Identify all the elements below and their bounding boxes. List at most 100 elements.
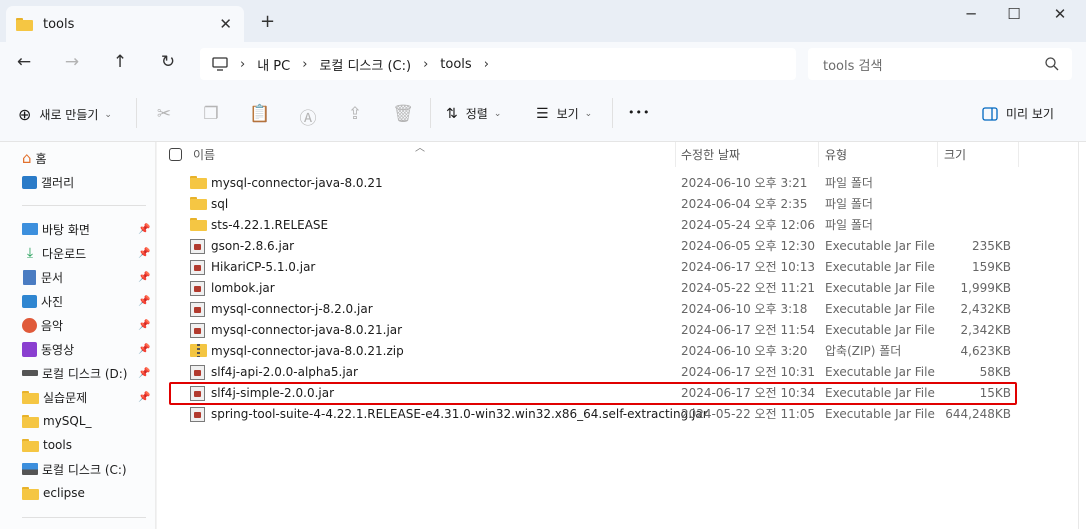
maximize-button[interactable]: ☐ — [999, 5, 1029, 25]
column-divider[interactable] — [1018, 142, 1019, 167]
column-header-size[interactable]: 크기 — [944, 142, 966, 167]
minimize-button[interactable]: ─ — [956, 5, 986, 25]
sidebar-item-desktop[interactable]: 바탕 화면 📌 — [22, 219, 156, 239]
file-size: 644,248KB — [945, 407, 1011, 421]
tab-tools[interactable]: tools ✕ — [6, 6, 244, 42]
more-icon: ••• — [628, 106, 651, 119]
jar-file-icon — [190, 239, 205, 254]
sidebar-item-documents[interactable]: 문서 📌 — [22, 267, 156, 287]
file-size: 4,623KB — [960, 344, 1011, 358]
file-date: 2024-06-10 오후 3:20 — [681, 344, 808, 358]
cut-icon[interactable]: ✂ — [153, 104, 175, 124]
sidebar-item-local-disk-c[interactable]: 로컬 디스크 (C:) — [22, 459, 156, 479]
folder-icon — [22, 390, 39, 404]
sidebar-item-pictures[interactable]: 사진 📌 — [22, 291, 156, 311]
file-row[interactable]: spring-tool-suite-4-4.22.1.RELEASE-e4.31… — [165, 404, 1015, 425]
sidebar-item-local-disk-d[interactable]: 로컬 디스크 (D:) 📌 — [22, 363, 156, 383]
column-header-type[interactable]: 유형 — [825, 142, 847, 167]
preview-pane-button[interactable]: 미리 보기 — [982, 105, 1054, 122]
breadcrumb-tools[interactable]: tools — [440, 57, 471, 72]
file-row[interactable]: sql 2024-06-04 오후 2:35 파일 폴더 — [165, 194, 1015, 215]
file-date: 2024-05-22 오전 11:21 — [681, 281, 816, 295]
new-button[interactable]: ⊕ 새로 만들기 ⌄ — [18, 105, 112, 124]
scrollbar[interactable] — [1078, 142, 1086, 529]
share-icon[interactable]: ⇪ — [344, 104, 366, 124]
delete-icon[interactable]: 🗑 — [392, 104, 414, 124]
pin-icon: 📌 — [138, 247, 151, 259]
chevron-right-icon[interactable]: › — [484, 57, 489, 72]
file-row[interactable]: mysql-connector-java-8.0.21 2024-06-10 오… — [165, 173, 1015, 194]
select-all-checkbox[interactable] — [169, 148, 182, 161]
folder-icon — [190, 218, 207, 231]
file-date: 2024-05-24 오후 12:06 — [681, 218, 816, 232]
new-tab-button[interactable]: + — [260, 11, 275, 32]
file-row[interactable]: mysql-connector-j-8.2.0.jar 2024-06-10 오… — [165, 299, 1015, 320]
divider — [22, 517, 146, 518]
folder-icon — [190, 197, 207, 210]
close-window-button[interactable]: ✕ — [1045, 5, 1075, 25]
search-input[interactable]: tools 검색 — [808, 48, 1072, 80]
jar-file-icon — [190, 281, 205, 296]
file-size: 235KB — [971, 239, 1011, 253]
column-header-modified[interactable]: 수정한 날짜 — [681, 142, 740, 167]
file-row[interactable]: mysql-connector-java-8.0.21.zip 2024-06-… — [165, 341, 1015, 362]
pin-icon: 📌 — [138, 343, 151, 355]
file-row[interactable]: HikariCP-5.1.0.jar 2024-06-17 오전 10:13 E… — [165, 257, 1015, 278]
sidebar-item-videos[interactable]: 동영상 📌 — [22, 339, 156, 359]
file-date: 2024-06-05 오후 12:30 — [681, 239, 816, 253]
file-name: spring-tool-suite-4-4.22.1.RELEASE-e4.31… — [211, 407, 708, 421]
file-row[interactable]: slf4j-api-2.0.0-alpha5.jar 2024-06-17 오전… — [165, 362, 1015, 383]
jar-file-icon — [190, 260, 205, 275]
sidebar-item-downloads[interactable]: ⤓ 다운로드 📌 — [22, 243, 156, 263]
paste-icon[interactable]: 📋 — [249, 104, 271, 124]
pin-icon: 📌 — [138, 391, 151, 403]
file-date: 2024-06-17 오전 11:54 — [681, 323, 816, 337]
breadcrumb-this-pc[interactable]: 내 PC — [257, 55, 290, 74]
file-row[interactable]: mysql-connector-java-8.0.21.jar 2024-06-… — [165, 320, 1015, 341]
sort-button[interactable]: ⇅ 정렬 ⌄ — [446, 105, 501, 122]
copy-icon[interactable]: ❐ — [200, 104, 222, 124]
preview-pane-label: 미리 보기 — [1006, 107, 1054, 121]
chevron-right-icon[interactable]: › — [302, 57, 307, 72]
column-divider[interactable] — [818, 142, 819, 167]
breadcrumb-local-disk-c[interactable]: 로컬 디스크 (C:) — [319, 55, 411, 74]
file-date: 2024-05-22 오전 11:05 — [681, 407, 816, 421]
sidebar-item-home[interactable]: ⌂ 홈 — [22, 148, 156, 168]
file-list: ︿ 이름 수정한 날짜 유형 크기 mysql-connector-java-8… — [157, 142, 1086, 529]
column-divider[interactable] — [937, 142, 938, 167]
back-arrow-icon[interactable]: ← — [12, 52, 36, 72]
forward-arrow-icon[interactable]: → — [60, 52, 84, 72]
refresh-icon[interactable]: ↻ — [156, 52, 180, 72]
address-bar[interactable]: › 내 PC › 로컬 디스크 (C:) › tools › — [200, 48, 796, 80]
view-button[interactable]: ☰ 보기 ⌄ — [536, 105, 592, 122]
file-type: Executable Jar File — [825, 323, 935, 337]
plus-circle-icon: ⊕ — [18, 105, 32, 124]
navigation-pane: ⌂ 홈 갤러리 바탕 화면 📌 ⤓ 다운로드 📌 문서 📌 사진 📌 음악 📌 … — [0, 142, 156, 529]
sidebar-item-eclipse[interactable]: eclipse — [22, 483, 156, 503]
sidebar-item-music[interactable]: 음악 📌 — [22, 315, 156, 335]
command-bar: ⊕ 새로 만들기 ⌄ ✂ ❐ 📋 Ⓐ ⇪ 🗑 ⇅ 정렬 ⌄ ☰ 보기 ⌄ •••… — [0, 86, 1086, 142]
column-header-name[interactable]: 이름 — [193, 142, 215, 167]
file-row[interactable]: sts-4.22.1.RELEASE 2024-05-24 오후 12:06 파… — [165, 215, 1015, 236]
file-row[interactable]: lombok.jar 2024-05-22 오전 11:21 Executabl… — [165, 278, 1015, 299]
file-size: 1,999KB — [960, 281, 1011, 295]
sidebar-item-practice[interactable]: 실습문제 📌 — [22, 387, 156, 407]
jar-file-icon — [190, 323, 205, 338]
jar-file-icon — [190, 407, 205, 422]
file-name: mysql-connector-j-8.2.0.jar — [211, 302, 373, 316]
tab-close-button[interactable]: ✕ — [219, 15, 232, 33]
file-type: Executable Jar File — [825, 281, 935, 295]
sidebar-item-gallery[interactable]: 갤러리 — [22, 172, 156, 192]
file-row[interactable]: gson-2.8.6.jar 2024-06-05 오후 12:30 Execu… — [165, 236, 1015, 257]
rename-icon[interactable]: Ⓐ — [297, 104, 319, 129]
jar-file-icon — [190, 302, 205, 317]
up-arrow-icon[interactable]: ↑ — [108, 52, 132, 72]
sidebar-item-tools[interactable]: tools — [22, 435, 156, 455]
navigation-bar: ← → ↑ ↻ › 내 PC › 로컬 디스크 (C:) › tools › t… — [0, 42, 1086, 86]
more-options-button[interactable]: ••• — [628, 106, 650, 119]
column-divider[interactable] — [675, 142, 676, 167]
sidebar-item-mysql[interactable]: mySQL_ — [22, 411, 156, 431]
file-date: 2024-06-17 오전 10:31 — [681, 365, 816, 379]
view-list-icon: ☰ — [536, 105, 549, 122]
chevron-right-icon[interactable]: › — [423, 57, 428, 72]
